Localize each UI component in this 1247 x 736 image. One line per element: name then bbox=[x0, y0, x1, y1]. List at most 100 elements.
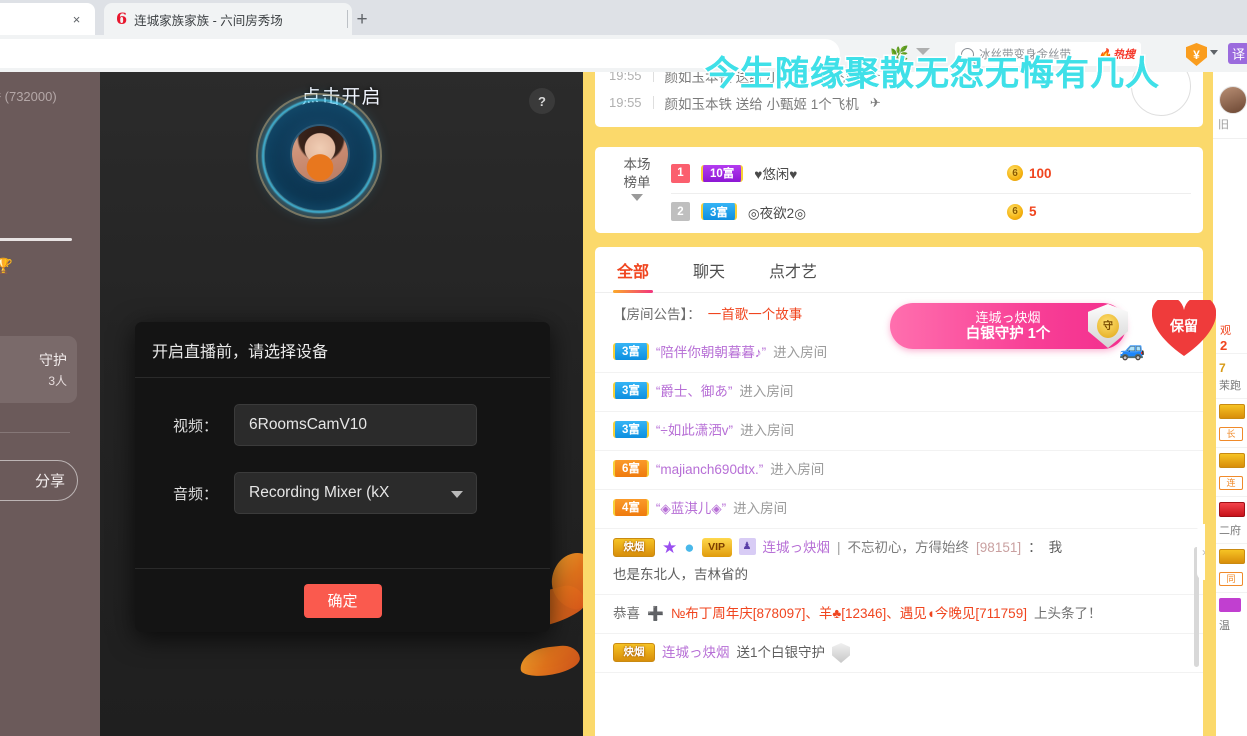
mini-badge-icon: ♟ bbox=[738, 538, 756, 555]
chat-user-id: [98151] bbox=[976, 540, 1022, 555]
gift-sender-name[interactable]: 连城っ炔烟 bbox=[662, 643, 730, 663]
rank-name: 二府 bbox=[1219, 525, 1241, 537]
enter-text: 进入房间 bbox=[770, 462, 825, 477]
wealth-level-badge: 3富 bbox=[701, 203, 737, 220]
family-medal-icon bbox=[1219, 453, 1245, 468]
tab-chat[interactable]: 聊天 bbox=[693, 247, 725, 293]
guard-banner-name: 连城っ炔烟 bbox=[975, 310, 1041, 325]
marquee-overlay-text: 今生随缘聚散无怨无悔有几人 bbox=[705, 55, 1160, 93]
family-tag: 连 bbox=[1219, 476, 1243, 490]
list-item[interactable]: 连 bbox=[1216, 447, 1247, 496]
rank-row: 2 3富 ◎夜欲2◎ 6 5 bbox=[671, 193, 1191, 229]
list-item[interactable]: 7 茉跑 bbox=[1216, 353, 1247, 398]
enter-username[interactable]: “陪伴你朝朝暮暮♪” bbox=[656, 343, 766, 363]
chat-body-line2: 也是东北人，吉林省的 bbox=[613, 567, 748, 582]
browser-tab-active[interactable]: 6 连城家族家族 - 六间房秀场 bbox=[104, 3, 352, 35]
browser-tabstrip: 32000 × 6 连城家族家族 - 六间房秀场 + bbox=[0, 0, 1247, 35]
share-button[interactable]: 分享 bbox=[0, 460, 78, 501]
guard-banner-sub: 白银守护 1个 bbox=[965, 326, 1051, 342]
chat-panel: 19:55 颜如玉本铁 送给 小甄姬 1个飞机 ✈ 19:55 颜如玉本铁 送给… bbox=[583, 72, 1213, 736]
right-viewer-card[interactable]: 旧 bbox=[1213, 72, 1247, 139]
rank-username[interactable]: ♥悠闲♥ bbox=[754, 163, 797, 183]
rank-username[interactable]: ◎夜欲2◎ bbox=[748, 202, 806, 222]
enter-room-message: 3富 “爵士、御あ” 进入房间 bbox=[595, 373, 1203, 412]
screenshot-root: 32000 × 6 连城家族家族 - 六间房秀场 + n/732000 🌿 冰丝… bbox=[0, 0, 1247, 736]
video-device-row: 视频： 6RoomsCamV10 bbox=[135, 404, 550, 446]
chat-body-line1: 我 bbox=[1048, 540, 1063, 555]
list-item[interactable]: 温 bbox=[1216, 592, 1247, 638]
dialog-footer: 确定 bbox=[135, 568, 550, 632]
family-medal-icon bbox=[1219, 549, 1245, 564]
enter-username[interactable]: “◈蓝淇儿◈” bbox=[656, 499, 726, 519]
guard-gift-message: 炔烟 连城っ炔烟 送1个白银守护 bbox=[595, 634, 1203, 673]
enter-username[interactable]: “÷如此潇洒v” bbox=[656, 421, 733, 441]
wealth-level-badge: 3富 bbox=[613, 382, 649, 399]
gift-time: 19:55 bbox=[609, 95, 642, 110]
coin-icon: 6 bbox=[1007, 165, 1023, 181]
start-broadcast-button[interactable] bbox=[256, 93, 382, 219]
viewer-name: 旧 bbox=[1218, 119, 1229, 131]
device-select-dialog: 开启直播前，请选择设备 视频： 6RoomsCamV10 音频： Recordi… bbox=[135, 322, 550, 632]
help-icon[interactable]: ? bbox=[529, 88, 555, 114]
star-icon: ★ bbox=[662, 538, 678, 557]
avatar bbox=[292, 126, 348, 182]
family-medal-icon bbox=[1219, 404, 1245, 419]
enter-username[interactable]: “majianch690dtx.” bbox=[656, 460, 763, 480]
audio-label: 音频： bbox=[172, 485, 218, 503]
headline-suffix: 上头条了！ bbox=[1033, 606, 1102, 621]
family-medal-icon: 炔烟 bbox=[613, 643, 655, 662]
car-icon: 🚙 bbox=[1119, 338, 1146, 361]
cross-icon: ➕ bbox=[647, 606, 664, 621]
enter-username[interactable]: “爵士、御あ” bbox=[656, 382, 733, 402]
tab-all[interactable]: 全部 bbox=[612, 247, 654, 293]
panel-divider bbox=[0, 432, 70, 433]
browser-tab-inactive[interactable]: 32000 × bbox=[0, 3, 95, 35]
enter-room-message: 3富 “÷如此潇洒v” 进入房间 bbox=[595, 412, 1203, 451]
rank-panel-count: 2 bbox=[1220, 338, 1228, 353]
rail-edge bbox=[1205, 72, 1213, 736]
family-tag: 长 bbox=[1219, 427, 1243, 441]
translate-button[interactable]: 译 bbox=[1228, 43, 1247, 64]
enter-text: 进入房间 bbox=[740, 423, 795, 438]
chat-username[interactable]: 连城っ炔烟 bbox=[763, 538, 831, 558]
reserve-label: 保留 bbox=[1170, 318, 1198, 334]
divider: | bbox=[837, 540, 841, 555]
notice-text: 一首歌一个故事 bbox=[707, 307, 803, 322]
coin-icon: 6 bbox=[1007, 203, 1023, 220]
wealth-level-badge: 6富 bbox=[613, 460, 649, 477]
enter-room-message: 4富 “◈蓝淇儿◈” 进入房间 bbox=[595, 490, 1203, 529]
left-room-panel: 播 (732000) 🏆 守护 3人 分享 bbox=[0, 72, 100, 736]
chevron-down-icon[interactable] bbox=[631, 194, 643, 201]
guard-count-card[interactable]: 守护 3人 bbox=[0, 336, 77, 403]
room-id-text: (732000) bbox=[4, 89, 57, 104]
gift-time: 19:55 bbox=[609, 72, 642, 83]
rank-name: 茉跑 bbox=[1219, 380, 1241, 392]
rank-board-title[interactable]: 本场 榜单 bbox=[611, 156, 663, 201]
divider bbox=[652, 96, 654, 109]
rank-value: 5 bbox=[1029, 204, 1037, 219]
page-content: 播 (732000) 🏆 守护 3人 分享 点击开启 ? bbox=[0, 72, 1247, 736]
wealth-level-badge: 3富 bbox=[613, 421, 649, 438]
notice-label: 【房间公告】： bbox=[613, 307, 701, 322]
chevron-down-icon[interactable] bbox=[1210, 50, 1218, 55]
list-item[interactable]: 长 bbox=[1216, 398, 1247, 447]
chevron-down-icon bbox=[451, 491, 463, 498]
avatar bbox=[1219, 86, 1247, 114]
rank-panel-heading: 观 bbox=[1220, 325, 1231, 337]
close-icon[interactable]: × bbox=[68, 11, 85, 28]
tab-request-performance[interactable]: 点才艺 bbox=[769, 247, 817, 293]
reserve-heart-badge[interactable]: 保留 bbox=[1152, 300, 1216, 358]
rank-title-line2: 榜单 bbox=[623, 175, 651, 190]
headline-items: №布丁周年庆[878097]、羊♣[12346]、遇见◖今晚见[711759] bbox=[670, 606, 1027, 621]
video-device-select[interactable]: 6RoomsCamV10 bbox=[234, 404, 477, 446]
list-item[interactable]: 二府 bbox=[1216, 496, 1247, 543]
enter-text: 进入房间 bbox=[773, 345, 828, 360]
list-item[interactable]: 同 bbox=[1216, 543, 1247, 592]
audio-device-row: 音频： Recording Mixer (kX bbox=[135, 472, 550, 514]
rank-number: 7 bbox=[1219, 361, 1226, 375]
confirm-button[interactable]: 确定 bbox=[303, 583, 382, 618]
wealth-level-badge: 10富 bbox=[701, 164, 744, 182]
audio-device-select[interactable]: Recording Mixer (kX bbox=[234, 472, 477, 514]
rank-position: 1 bbox=[671, 163, 690, 183]
new-tab-button[interactable]: + bbox=[348, 6, 376, 34]
